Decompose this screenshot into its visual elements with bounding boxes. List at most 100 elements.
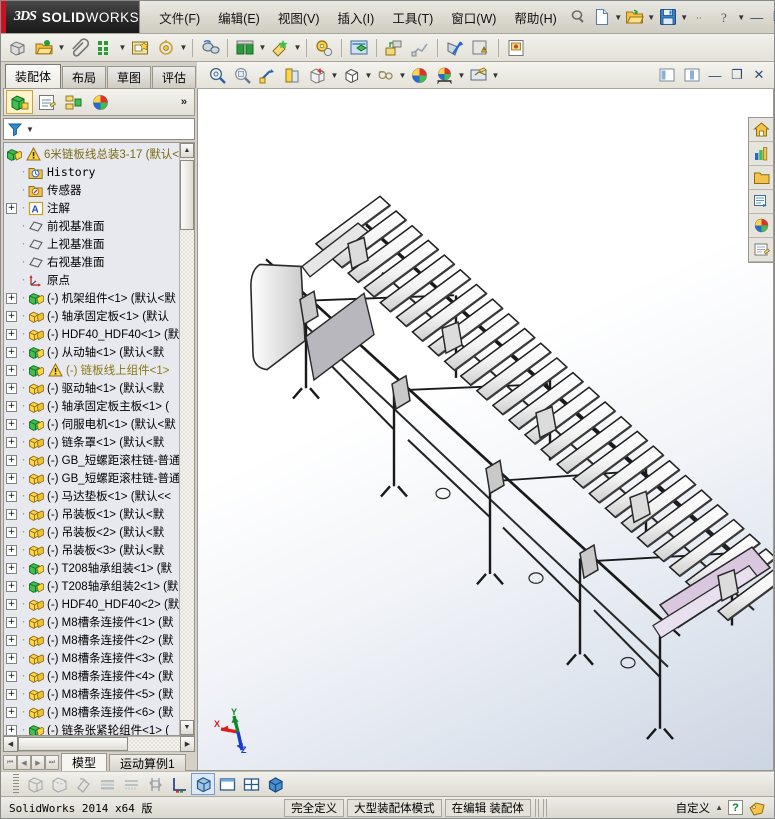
menu-edit[interactable]: 编辑(E) — [209, 5, 269, 30]
design-library-icon[interactable] — [749, 142, 773, 166]
solidworks-resources-icon[interactable] — [749, 118, 773, 142]
help-dropdown-icon[interactable]: ▼ — [737, 8, 746, 26]
feature-tree-item[interactable]: + · (-) HDF40_HDF40<1> (默 — [6, 325, 179, 343]
feature-tree-item[interactable]: + · (-) GB_短螺距滚柱链-普通 — [6, 451, 179, 469]
expand-toggle[interactable]: + — [6, 634, 17, 646]
expand-toggle[interactable]: + — [6, 616, 17, 628]
expand-toggle[interactable]: + — [6, 472, 17, 484]
explode-line-sketch-icon[interactable] — [407, 36, 433, 60]
pin-icon[interactable] — [566, 5, 590, 29]
conveyor-assembly-model[interactable] — [198, 89, 773, 770]
expand-toggle[interactable]: + — [6, 490, 17, 502]
move-component-icon[interactable] — [153, 36, 179, 60]
two-view-viewport-icon[interactable] — [239, 773, 263, 795]
status-custom-label[interactable]: 自定义 — [676, 800, 711, 816]
feature-tree-item[interactable]: + · (-) M8槽条连接件<2> (默 — [6, 631, 179, 649]
mate-paperclip-icon[interactable] — [66, 36, 92, 60]
tree-vertical-scrollbar[interactable]: ▲ ▼ — [179, 143, 194, 735]
view-settings-dropdown-icon[interactable]: ▼ — [491, 66, 500, 84]
feature-tree-item[interactable]: + · (-) M8槽条连接件<5> (默 — [6, 685, 179, 703]
apply-scene-icon[interactable] — [432, 64, 457, 87]
hscroll-left-button[interactable]: ◀ — [3, 736, 18, 752]
tab-last-button[interactable]: ⏭ — [45, 755, 59, 770]
hidden-lines-removed-icon[interactable] — [71, 773, 95, 795]
restore-button[interactable]: ❐ — [768, 7, 775, 27]
wireframe-icon[interactable] — [23, 773, 47, 795]
feature-tree-item[interactable]: + · (-) M8槽条连接件<3> (默 — [6, 649, 179, 667]
edit-appearance-icon[interactable] — [407, 64, 432, 87]
feature-tree-item[interactable]: + · (-) 吊装板<2> (默认<默 — [6, 523, 179, 541]
feature-tree-item[interactable]: + · (-) 伺服电机<1> (默认<默 — [6, 415, 179, 433]
expand-toggle[interactable]: + — [6, 328, 17, 340]
expand-toggle[interactable]: + — [6, 292, 17, 304]
feature-tree-item[interactable]: + · (-) 从动轴<1> (默认<默 — [6, 343, 179, 361]
make-drawing-icon[interactable] — [503, 36, 529, 60]
toolbar-grip[interactable] — [13, 774, 19, 794]
file-explorer-icon[interactable] — [749, 166, 773, 190]
pattern-dropdown-icon[interactable]: ▼ — [118, 39, 127, 57]
menu-help[interactable]: 帮助(H) — [505, 5, 565, 30]
exploded-view-icon[interactable] — [381, 36, 407, 60]
expand-toggle[interactable]: + — [6, 706, 17, 718]
feature-tree-item[interactable]: · 右视基准面 — [6, 253, 179, 271]
display-style-icon[interactable] — [339, 64, 364, 87]
feature-tree-item[interactable]: · 原点 — [6, 271, 179, 289]
expand-toggle[interactable]: + — [6, 724, 17, 735]
menu-file[interactable]: 文件(F) — [150, 5, 209, 30]
expand-toggle[interactable]: + — [6, 202, 17, 214]
four-view-viewport-icon[interactable] — [263, 773, 287, 795]
tab-assembly[interactable]: 装配体 — [5, 64, 61, 88]
move-component-dropdown-icon[interactable]: ▼ — [179, 39, 188, 57]
expand-toggle[interactable]: + — [6, 364, 17, 376]
view-palette-icon[interactable] — [749, 190, 773, 214]
feature-tree-item[interactable]: + · (-) M8槽条连接件<4> (默 — [6, 667, 179, 685]
restore-window-icon[interactable]: ❐ — [726, 65, 748, 85]
feature-tree-item[interactable]: + · (-) M8槽条连接件<6> (默 — [6, 703, 179, 721]
smart-fasteners-icon[interactable] — [127, 36, 153, 60]
close-window-icon[interactable]: ✕ — [748, 65, 770, 85]
graphics-area[interactable]: X Y Z — [197, 89, 774, 771]
expand-toggle[interactable]: + — [6, 526, 17, 538]
feature-tree-item[interactable]: + · (-) GB_短螺距滚柱链-普通 — [6, 469, 179, 487]
insert-component-dropdown-icon[interactable]: ▼ — [57, 39, 66, 57]
expand-toggle[interactable]: + — [6, 580, 17, 592]
feature-tree-item[interactable]: + · A 注解 — [6, 199, 179, 217]
chevron-down-icon[interactable]: ▼ — [26, 125, 34, 134]
new-document-dropdown-icon[interactable]: ▼ — [614, 8, 623, 26]
feature-tree-item[interactable]: + · (-) 马达垫板<1> (默认<< — [6, 487, 179, 505]
expand-toggle[interactable]: + — [6, 436, 17, 448]
minimize-window-icon[interactable]: — — [704, 65, 726, 85]
feature-tree-item[interactable]: + · (-) 吊装板<3> (默认<默 — [6, 541, 179, 559]
expand-toggle[interactable]: + — [6, 688, 17, 700]
expand-toggle[interactable]: + — [6, 508, 17, 520]
section-view-icon[interactable] — [280, 64, 305, 87]
hide-show-items-icon[interactable] — [373, 64, 398, 87]
save-dropdown-icon[interactable]: ▼ — [680, 8, 689, 26]
assembly-features-icon[interactable] — [232, 36, 258, 60]
feature-tree-item[interactable]: + · (-) 吊装板<1> (默认<默 — [6, 505, 179, 523]
feature-tree-item[interactable]: + · (-) 轴承固定板主板<1> ( — [6, 397, 179, 415]
configuration-manager-icon[interactable] — [60, 90, 87, 114]
new-motion-study-icon[interactable] — [311, 36, 337, 60]
feature-tree-item[interactable]: + · (-) 轴承固定板<1> (默认 — [6, 307, 179, 325]
help-question-icon[interactable]: ? — [713, 5, 737, 29]
zoom-to-fit-icon[interactable] — [205, 64, 230, 87]
minimize-button[interactable]: — — [746, 7, 768, 27]
one-view-viewport-icon[interactable] — [215, 773, 239, 795]
motion-study-tab-1[interactable]: 运动算例1 — [109, 754, 186, 771]
tab-layout[interactable]: 布局 — [62, 66, 106, 88]
insert-component-icon[interactable] — [31, 36, 57, 60]
menu-tools[interactable]: 工具(T) — [383, 5, 442, 30]
feature-tree-item[interactable]: + · (-) 驱动轴<1> (默认<默 — [6, 379, 179, 397]
feature-tree-item[interactable]: 6米链板线总装3-17 (默认< — [6, 145, 179, 163]
appearances-scenes-icon[interactable] — [749, 214, 773, 238]
feature-tree-item[interactable]: · 上视基准面 — [6, 235, 179, 253]
expand-toggle[interactable]: + — [6, 544, 17, 556]
isometric-view-icon[interactable] — [191, 773, 215, 795]
interference-detection-icon[interactable] — [442, 36, 468, 60]
save-disk-icon[interactable] — [656, 5, 680, 29]
status-help-icon[interactable]: ? — [727, 800, 743, 815]
feature-tree-item[interactable]: + · (-) 链板线上组件<1> — [6, 361, 179, 379]
tree-horizontal-scrollbar[interactable]: ◀ ▶ — [3, 736, 195, 752]
feature-tree-rows[interactable]: 6米链板线总装3-17 (默认< · History · 传感器 + · A 注解 · 前视基准面 ·… — [4, 143, 179, 735]
